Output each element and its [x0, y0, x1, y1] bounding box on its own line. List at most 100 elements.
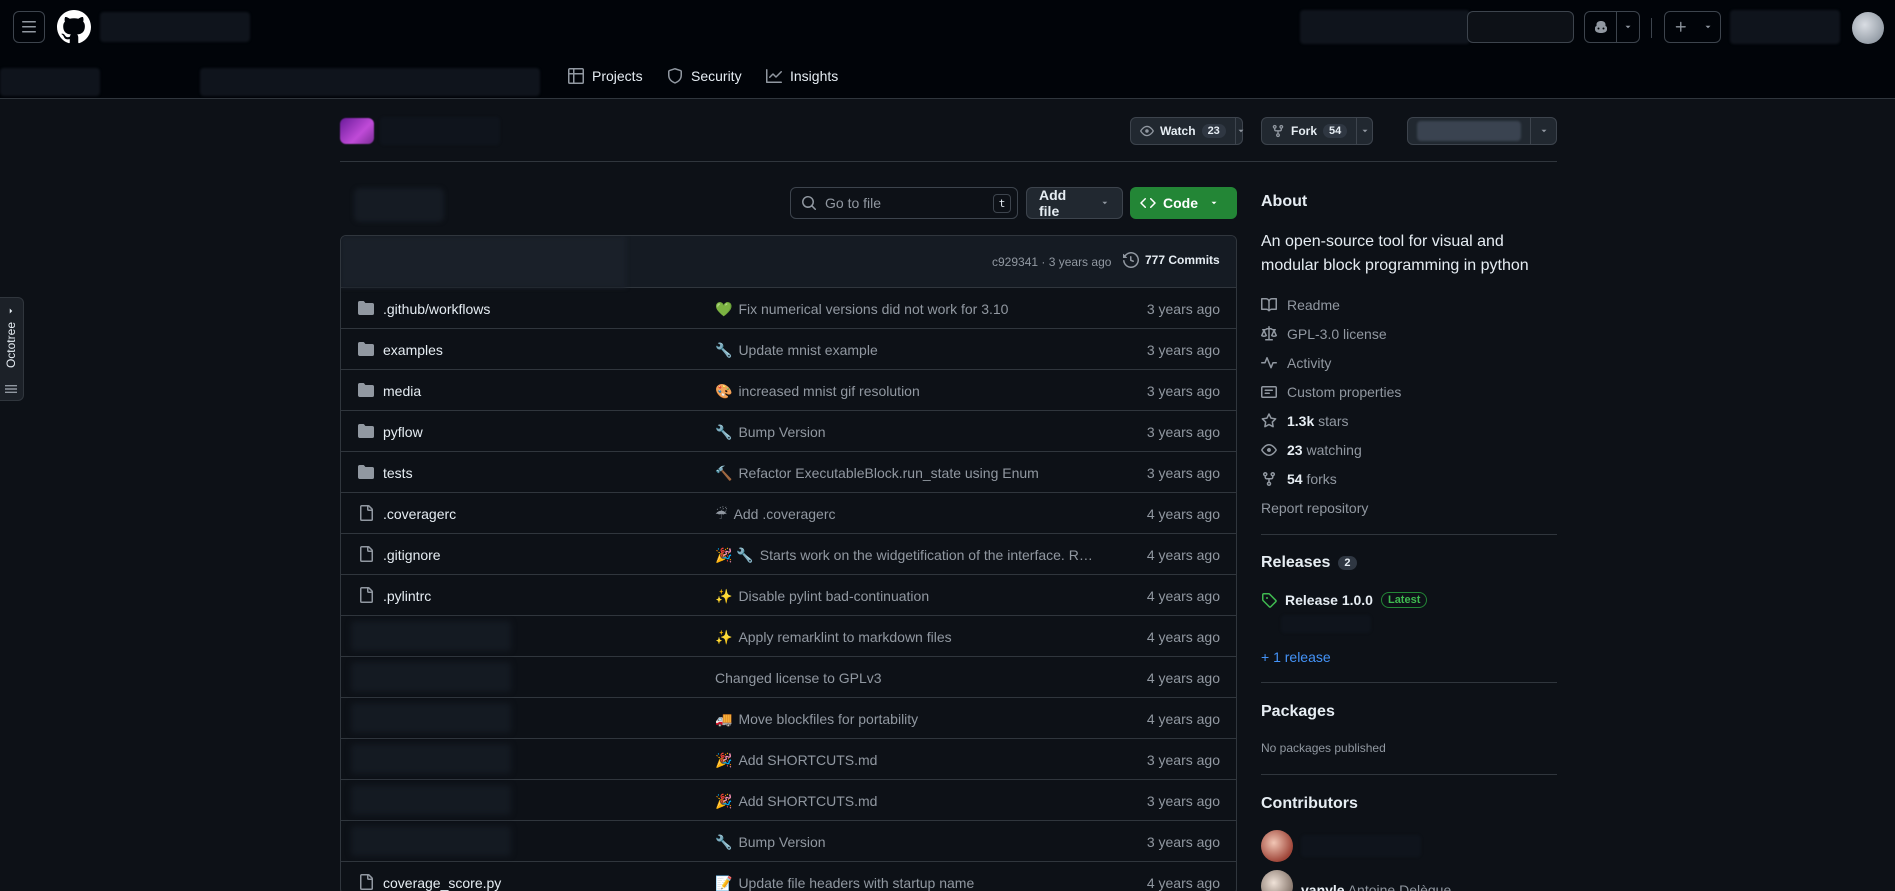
create-new-button[interactable]	[1664, 11, 1721, 43]
commit-message[interactable]: 🔧 Bump Version	[715, 834, 826, 851]
github-logo-icon[interactable]	[57, 10, 91, 44]
table-row[interactable]: examples 🔧 Update mnist example 3 years ago	[341, 329, 1236, 370]
star-button[interactable]	[1407, 117, 1557, 145]
table-row[interactable]: coverage_score.py 📝 Update file headers wi…	[341, 862, 1236, 891]
contributor-avatar[interactable]	[1261, 830, 1293, 862]
file-name[interactable]: media	[383, 383, 421, 399]
folder-icon-wrap	[358, 423, 374, 442]
table-row[interactable]: 🎉 Add SHORTCUTS.md 3 years ago	[341, 739, 1236, 780]
commit-message[interactable]: ☔ Add .coveragerc	[715, 506, 836, 523]
fork-label: Fork	[1291, 124, 1318, 138]
file-name[interactable]: pyflow	[383, 424, 423, 440]
octotree-sidebar-toggle[interactable]: Octotree	[0, 297, 24, 401]
file-name[interactable]: .gitignore	[383, 547, 441, 563]
table-row[interactable]: 🚚 Move blockfiles for portability 4 years …	[341, 698, 1236, 739]
table-row[interactable]: .coveragerc ☔ Add .coveragerc 4 years ago	[341, 493, 1236, 534]
top-search-redacted	[1300, 10, 1470, 44]
commit-message-text: Move blockfiles for portability	[738, 711, 919, 727]
branch-selector[interactable]	[354, 188, 444, 222]
global-header: Projects Security Insights	[0, 0, 1895, 99]
add-file-button[interactable]: Add file	[1026, 187, 1123, 219]
divider	[1261, 682, 1557, 683]
go-to-file-placeholder: Go to file	[825, 195, 882, 211]
commit-message[interactable]: 📝 Update file headers with startup name	[715, 875, 974, 891]
tag-icon	[1262, 593, 1277, 608]
file-icon-wrap	[358, 874, 374, 891]
commits-link[interactable]: 777 Commits	[1123, 252, 1220, 268]
file-name[interactable]: examples	[383, 342, 443, 358]
readme-link[interactable]: Readme	[1261, 297, 1340, 313]
tab-security[interactable]: Security	[667, 62, 742, 90]
commit-message[interactable]: 🎉 Add SHORTCUTS.md	[715, 793, 877, 810]
commit-emoji: ☔	[715, 506, 728, 522]
commit-message[interactable]: ✨ Apply remarklint to markdown files	[715, 629, 952, 646]
search-input[interactable]	[1467, 11, 1574, 43]
shield-icon	[668, 68, 682, 84]
commit-message[interactable]: ✨ Disable pylint bad-continuation	[715, 588, 929, 605]
copilot-button[interactable]	[1584, 11, 1640, 43]
commit-emoji: 📝	[715, 875, 733, 891]
file-name[interactable]: .github/workflows	[383, 301, 490, 317]
table-row[interactable]: .gitignore 🎉 🔧 Starts work on the widgetif…	[341, 534, 1236, 575]
packages-heading[interactable]: Packages	[1261, 703, 1335, 721]
table-row[interactable]: tests 🔨 Refactor ExecutableBlock.run_state…	[341, 452, 1236, 493]
releases-heading[interactable]: Releases 2	[1261, 554, 1357, 572]
tab-projects[interactable]: Projects	[568, 62, 643, 90]
table-row[interactable]: media 🎨 increased mnist gif resolution 3 ye…	[341, 370, 1236, 411]
file-name[interactable]: .pylintrc	[383, 588, 431, 604]
divider	[1261, 534, 1557, 535]
tab-insights[interactable]: Insights	[766, 62, 838, 90]
custom-properties-link[interactable]: Custom properties	[1261, 384, 1401, 400]
latest-release[interactable]: Release 1.0.0 Latest	[1261, 592, 1428, 608]
commit-emoji: 🎨	[715, 383, 733, 399]
table-row[interactable]: pyflow 🔧 Bump Version 3 years ago	[341, 411, 1236, 452]
book-icon	[1261, 297, 1277, 312]
commit-sha-time[interactable]: c929341 · 3 years ago	[992, 255, 1111, 269]
more-releases-link[interactable]: + 1 release	[1261, 649, 1331, 665]
report-repository-link[interactable]: Report repository	[1261, 500, 1368, 516]
contributor-avatar[interactable]	[1261, 870, 1293, 891]
table-row[interactable]: .pylintrc ✨ Disable pylint bad-continuatio…	[341, 575, 1236, 616]
table-row[interactable]: ✨ Apply remarklint to markdown files 4 yea…	[341, 616, 1236, 657]
user-avatar[interactable]	[1852, 12, 1884, 44]
commit-message[interactable]: 💚 Fix numerical versions did not work for…	[715, 301, 1008, 318]
file-name[interactable]: .coveragerc	[383, 506, 456, 522]
hamburger-icon	[22, 21, 36, 33]
table-row[interactable]: .github/workflows 💚 Fix numerical versions…	[341, 288, 1236, 329]
table-row[interactable]: 🎉 Add SHORTCUTS.md 3 years ago	[341, 780, 1236, 821]
commit-message[interactable]: 🔧 Update mnist example	[715, 342, 878, 359]
menu-button[interactable]	[13, 11, 45, 43]
contributors-heading[interactable]: Contributors	[1261, 795, 1358, 813]
latest-commit-bar: c929341 · 3 years ago 777 Commits	[341, 236, 1236, 288]
activity-link[interactable]: Activity	[1261, 355, 1331, 371]
watch-dropdown[interactable]	[1234, 118, 1246, 144]
repo-owner-avatar[interactable]	[340, 118, 374, 144]
go-to-file-input[interactable]: Go to file t	[790, 187, 1018, 219]
file-name[interactable]: tests	[383, 465, 413, 481]
code-button[interactable]: Code	[1130, 187, 1237, 219]
commit-message[interactable]: 🔧 Bump Version	[715, 424, 826, 441]
contributor-vanyle[interactable]: vanyle Antoine Delègue	[1301, 882, 1451, 891]
watch-button[interactable]: Watch 23	[1130, 117, 1246, 145]
fork-dropdown[interactable]	[1356, 118, 1372, 144]
commit-age: 4 years ago	[1146, 670, 1220, 686]
commit-message[interactable]: 🎨 increased mnist gif resolution	[715, 383, 920, 400]
forks-link[interactable]: 54 forks	[1261, 471, 1337, 487]
commit-message[interactable]: 🎉 🔧 Starts work on the widgetification of…	[715, 547, 1097, 564]
stars-link[interactable]: 1.3k stars	[1261, 413, 1348, 429]
about-description: An open-source tool for visual and modul…	[1261, 233, 1529, 274]
releases-count: 2	[1338, 556, 1357, 570]
fork-button[interactable]: Fork 54	[1261, 117, 1373, 145]
file-list: .github/workflows 💚 Fix numerical versions…	[341, 288, 1236, 891]
license-link[interactable]: GPL-3.0 license	[1261, 326, 1387, 342]
file-name[interactable]: coverage_score.py	[383, 875, 501, 891]
commit-message[interactable]: 🔨 Refactor ExecutableBlock.run_state usin…	[715, 465, 1039, 482]
table-row[interactable]: Changed license to GPLv3 4 years ago	[341, 657, 1236, 698]
watching-link[interactable]: 23 watching	[1261, 442, 1362, 458]
commit-message-text: Update file headers with startup name	[738, 875, 975, 891]
table-row[interactable]: 🔧 Bump Version 3 years ago	[341, 821, 1236, 862]
commit-message[interactable]: Changed license to GPLv3	[715, 670, 882, 686]
star-dropdown[interactable]	[1530, 118, 1556, 144]
commit-message[interactable]: 🎉 Add SHORTCUTS.md	[715, 752, 877, 769]
commit-message[interactable]: 🚚 Move blockfiles for portability	[715, 711, 918, 728]
